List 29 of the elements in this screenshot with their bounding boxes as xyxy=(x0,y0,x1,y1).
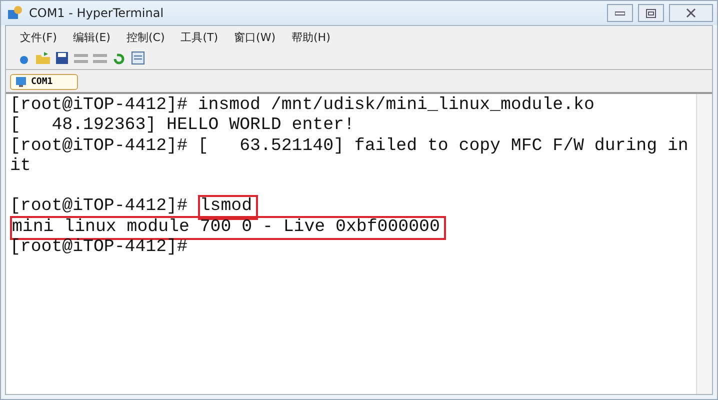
maximize-icon xyxy=(646,8,656,18)
menu-item[interactable]: 窗口(W) xyxy=(228,29,282,46)
menu-item[interactable]: 帮助(H) xyxy=(286,29,336,46)
save-icon xyxy=(55,51,69,65)
folder-icon xyxy=(35,51,51,65)
app-icon xyxy=(7,5,23,21)
maximize-button[interactable] xyxy=(638,4,664,22)
menu-item[interactable]: 文件(F) xyxy=(14,29,63,46)
minimize-icon xyxy=(615,10,625,16)
close-button[interactable] xyxy=(669,4,713,22)
document-icon xyxy=(131,51,145,65)
send-file-icon xyxy=(73,52,89,64)
menu-item[interactable]: 编辑(E) xyxy=(66,29,116,46)
monitor-icon xyxy=(15,76,27,88)
receive-file-icon xyxy=(92,52,108,64)
window-title: COM1 - HyperTerminal xyxy=(29,6,165,20)
terminal-text: [root@iTOP-4412]# xyxy=(10,197,188,218)
terminal-text: [root@iTOP-4412]# insmod /mnt/udisk/mini_linux_module.ko xyxy=(10,96,594,116)
session-tab[interactable]: COM1 xyxy=(10,74,78,90)
minimize-button[interactable] xyxy=(607,4,633,22)
terminal-text: [root@iTOP-4412]# [ 63.521140] failed to copy MFC F/W during in xyxy=(10,136,688,157)
scrollbar[interactable] xyxy=(696,94,712,394)
terminal-text: [root@iTOP-4412]# xyxy=(10,238,188,258)
menu-item[interactable]: 控制(C) xyxy=(120,29,171,46)
menu-item[interactable]: 工具(T) xyxy=(174,29,224,46)
terminal-text: it xyxy=(10,156,31,178)
highlighted-terminal-text: lsmod xyxy=(198,195,258,220)
close-icon xyxy=(686,8,696,18)
terminal-text: [ 48.192363] HELLO WORLD enter! xyxy=(10,116,354,137)
